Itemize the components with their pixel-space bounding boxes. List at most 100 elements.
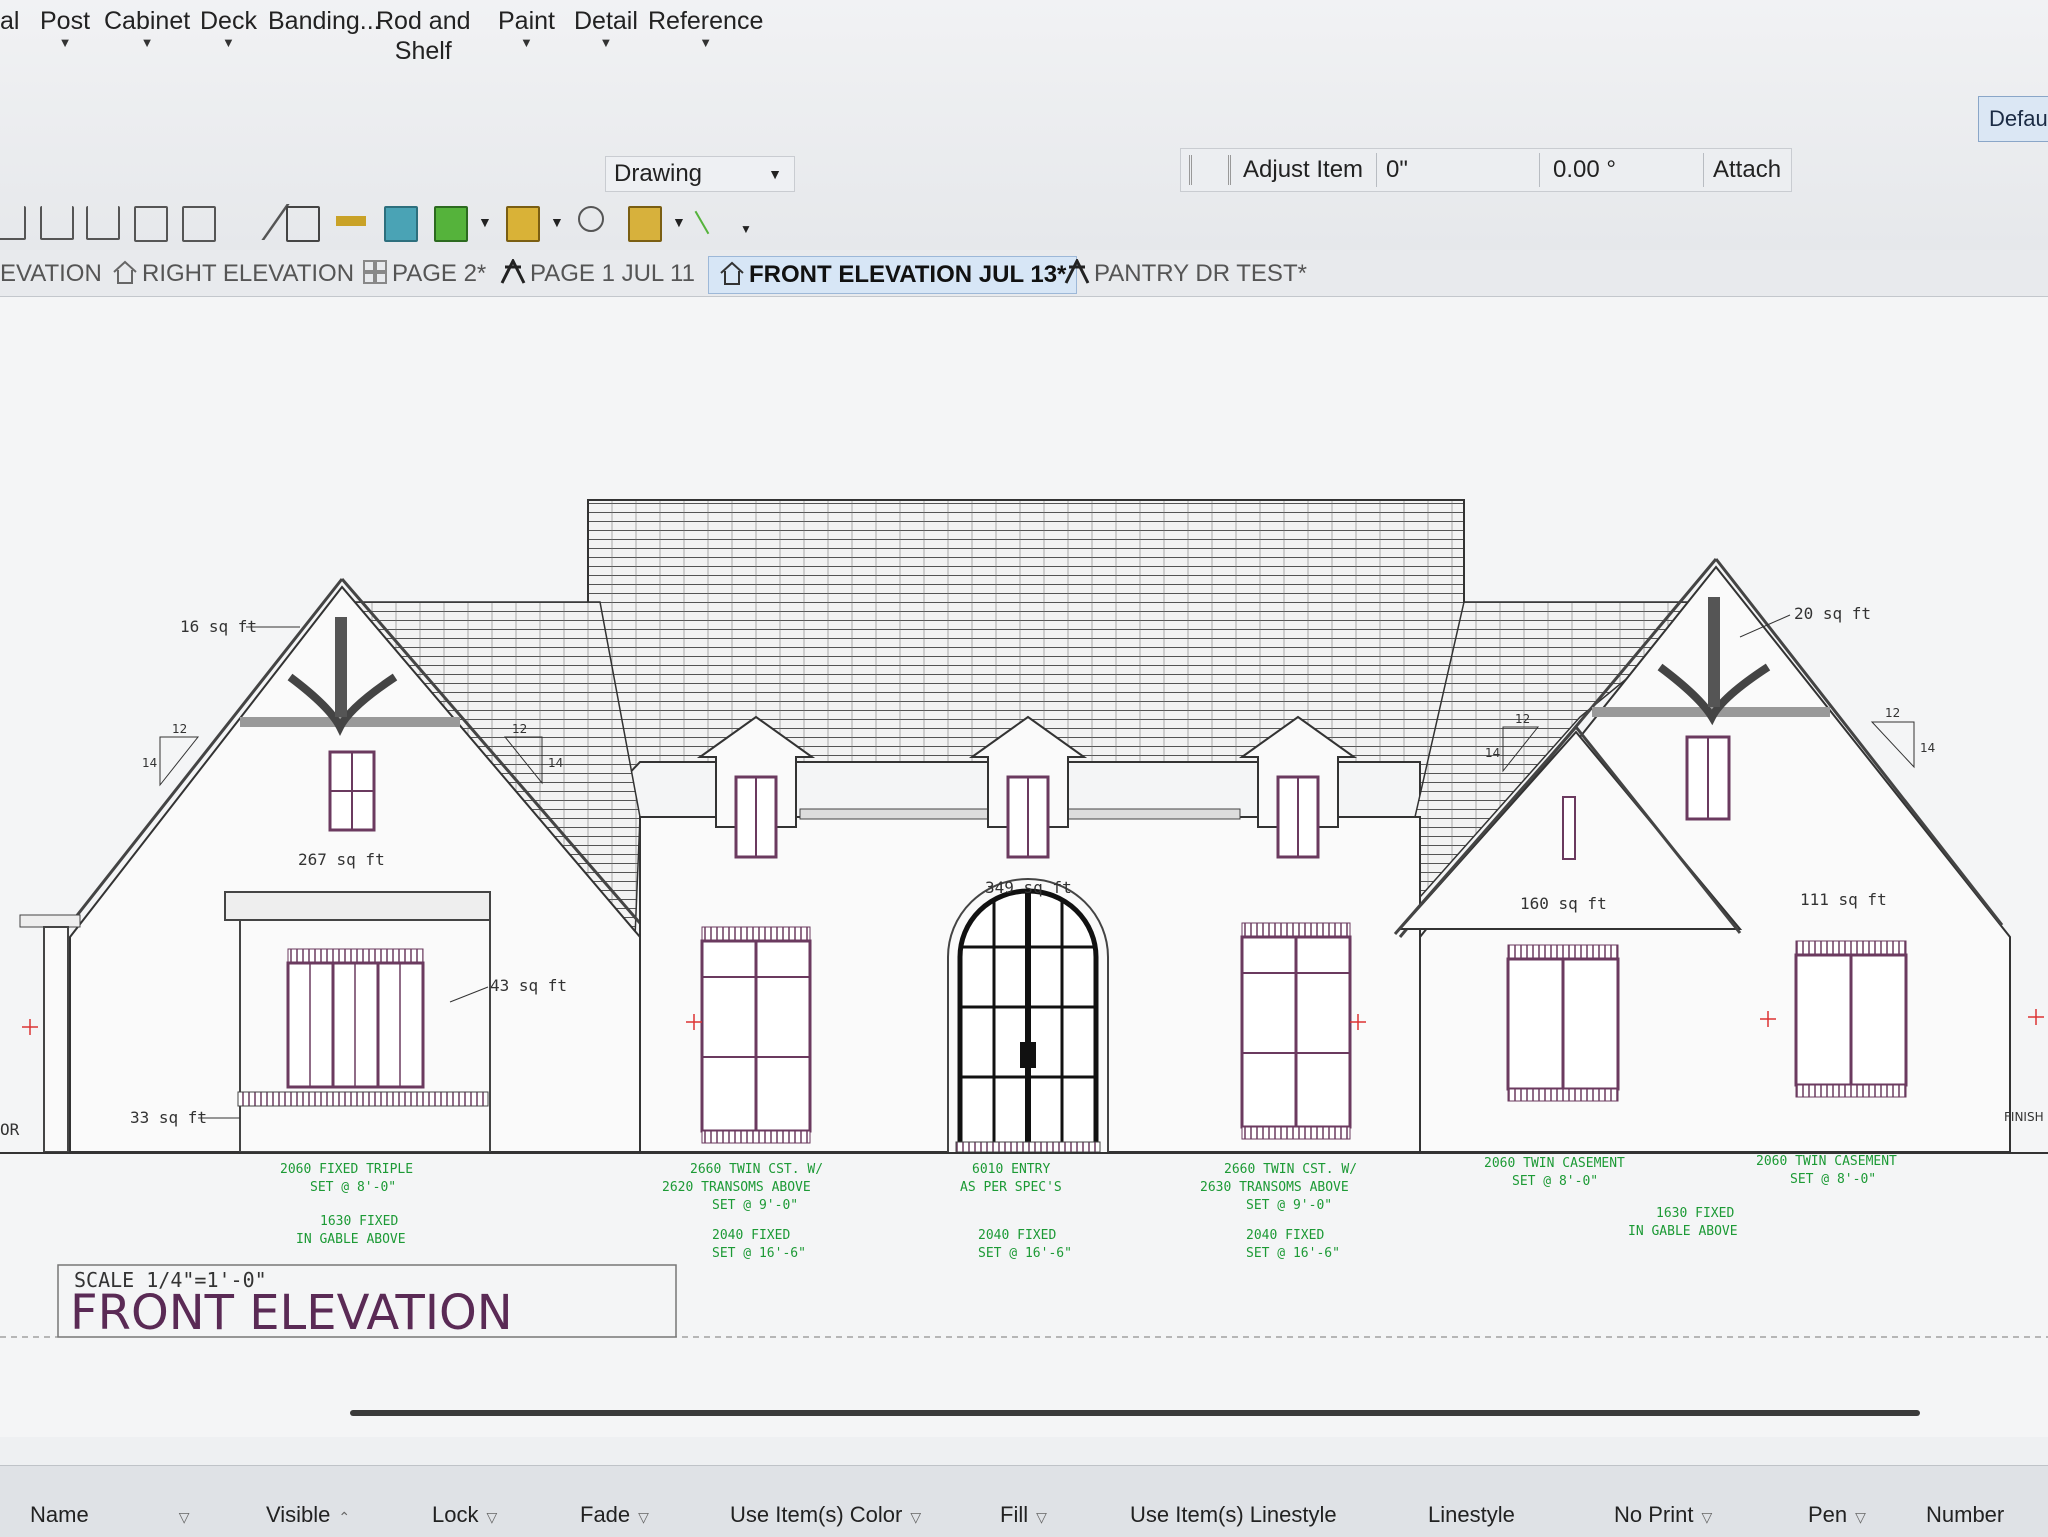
sort-icon[interactable]: ▽ (1701, 1509, 1712, 1525)
svg-text:FINISH: FINISH (2004, 1110, 2044, 1124)
cabinet-tool-icon[interactable] (0, 206, 26, 240)
area-label: 267 sq ft (298, 850, 385, 869)
view-tabs: EVATION RIGHT ELEVATION PAGE 2* PAGE 1 J… (0, 250, 2048, 297)
menu-item-al[interactable]: al (0, 6, 19, 36)
sort-icon[interactable]: ▽ (486, 1509, 497, 1525)
cabinet-group-icon[interactable] (134, 206, 168, 242)
ribbon: al Post ▼ Cabinet ▼ Deck ▼ Banding... Rod a… (0, 0, 2048, 250)
column-use-item-color[interactable]: Use Item(s) Color ▽ (730, 1502, 921, 1528)
column-visible[interactable]: Visible ⌃ (266, 1502, 350, 1528)
svg-text:SET @ 16'-6": SET @ 16'-6" (1246, 1246, 1340, 1261)
menu-item-post[interactable]: Post ▼ (40, 6, 90, 50)
menu-item-deck[interactable]: Deck ▼ (200, 6, 257, 50)
drawing-canvas[interactable]: 12 14 12 14 12 14 12 14 16 sq ft 267 sq … (0, 297, 2048, 1437)
svg-text:12: 12 (1515, 712, 1530, 726)
chevron-down-icon: ▼ (520, 35, 533, 50)
grip-icon (1189, 155, 1231, 185)
chevron-down-icon[interactable]: ▼ (740, 222, 752, 236)
base-cabinet-icon[interactable] (40, 206, 74, 240)
rectangle-tool-icon[interactable] (286, 206, 320, 242)
shelf-tool-icon[interactable] (628, 206, 662, 242)
column-pen[interactable]: Pen ▽ (1808, 1502, 1866, 1528)
area-label: 20 sq ft (1794, 604, 1871, 623)
area-label: 43 sq ft (490, 976, 567, 995)
svg-text:14: 14 (142, 756, 157, 770)
svg-text:SET @ 16'-6": SET @ 16'-6" (712, 1246, 806, 1261)
tab-page-1-jul-11[interactable]: PAGE 1 JUL 11 (500, 256, 695, 292)
default-button[interactable]: Defau (1978, 96, 2048, 142)
wall-cabinet-icon[interactable] (86, 206, 120, 240)
sort-icon[interactable]: ⌃ (338, 1509, 350, 1525)
svg-text:2660 TWIN CST. W/: 2660 TWIN CST. W/ (690, 1162, 823, 1177)
drawing-title: FRONT ELEVATION (70, 1285, 513, 1341)
tab-front-elevation-jul-13[interactable]: FRONT ELEVATION JUL 13* (708, 256, 1078, 294)
svg-text:1630 FIXED: 1630 FIXED (1656, 1206, 1734, 1221)
svg-text:12: 12 (512, 722, 527, 736)
sort-icon[interactable]: ▽ (1855, 1509, 1866, 1525)
title-block: SCALE 1/4"=1'-0" FRONT ELEVATION (57, 1264, 677, 1341)
chevron-down-icon[interactable]: ▼ (550, 214, 564, 230)
svg-text:SET @ 8'-0": SET @ 8'-0" (1512, 1174, 1598, 1189)
column-linestyle[interactable]: Linestyle (1428, 1502, 1515, 1528)
chevron-down-icon: ▼ (599, 35, 613, 50)
tab-page-2[interactable]: PAGE 2* (362, 256, 486, 292)
svg-text:2040 FIXED: 2040 FIXED (978, 1228, 1056, 1243)
angle-input[interactable]: 0.00 ° (1553, 155, 1616, 185)
menu-item-detail[interactable]: Detail ▼ (574, 6, 638, 50)
chevron-down-icon[interactable]: ▼ (478, 214, 492, 230)
chevron-down-icon[interactable]: ▼ (672, 214, 686, 230)
layer-columns-bar: Name ▽ Visible ⌃ Lock ▽ Fade ▽ Use Item(s) C… (0, 1465, 2048, 1537)
line-tool-icon[interactable] (227, 204, 290, 240)
sort-icon[interactable]: ▽ (179, 1509, 190, 1525)
svg-text:2040 FIXED: 2040 FIXED (712, 1228, 790, 1243)
offset-input[interactable]: 0" (1386, 155, 1408, 185)
chevron-down-icon: ▼ (699, 35, 713, 50)
menu-item-paint[interactable]: Paint ▼ (498, 6, 555, 50)
chevron-down-icon: ▼ (58, 35, 72, 50)
chevron-down-icon: ▼ (140, 35, 154, 50)
column-fill[interactable]: Fill ▽ (1000, 1502, 1047, 1528)
column-fade[interactable]: Fade ▽ (580, 1502, 649, 1528)
menu-item-rod-and-shelf[interactable]: Rod and Shelf (376, 6, 471, 66)
cross-section-icon (500, 259, 526, 284)
drawing-group-dropdown[interactable]: Drawing ▼ (605, 156, 795, 192)
sort-icon[interactable]: ▽ (910, 1509, 921, 1525)
cabinet-settings-icon[interactable] (182, 206, 216, 242)
area-label: 160 sq ft (1520, 894, 1607, 913)
column-name[interactable]: Name ▽ (30, 1502, 189, 1528)
svg-text:12: 12 (172, 722, 187, 736)
sort-icon[interactable]: ▽ (638, 1509, 649, 1525)
column-no-print[interactable]: No Print ▽ (1614, 1502, 1712, 1528)
furniture-tool-icon[interactable] (506, 206, 540, 242)
svg-text:SET @ 8'-0": SET @ 8'-0" (1790, 1172, 1876, 1187)
wand-icon[interactable] (694, 203, 722, 235)
horizontal-scrollbar[interactable] (350, 1410, 1920, 1416)
area-label: 16 sq ft (180, 617, 257, 636)
entry-door (947, 878, 1109, 1153)
tab-right-elevation[interactable]: RIGHT ELEVATION (112, 256, 354, 292)
adjust-item-bar: Adjust Item 0" 0.00 ° Attach (1180, 148, 1792, 192)
svg-text:2060 TWIN CASEMENT: 2060 TWIN CASEMENT (1756, 1154, 1897, 1169)
lamp-icon[interactable] (578, 206, 604, 232)
svg-text:2620 TRANSOMS ABOVE: 2620 TRANSOMS ABOVE (662, 1180, 811, 1195)
column-number[interactable]: Number (1926, 1502, 2004, 1528)
molding-tool-icon[interactable] (336, 216, 366, 226)
svg-text:6010 ENTRY: 6010 ENTRY (972, 1162, 1050, 1177)
svg-text:1630 FIXED: 1630 FIXED (320, 1214, 398, 1229)
svg-text:2040 FIXED: 2040 FIXED (1246, 1228, 1324, 1243)
svg-text:2060 TWIN CASEMENT: 2060 TWIN CASEMENT (1484, 1156, 1625, 1171)
menu-item-cabinet[interactable]: Cabinet ▼ (104, 6, 190, 50)
sort-icon[interactable]: ▽ (1036, 1509, 1047, 1525)
material-tool-icon[interactable] (384, 206, 418, 242)
svg-text:14: 14 (548, 756, 563, 770)
tool-row: ▼ ▼ ▼ ▼ (0, 200, 780, 246)
attach-button[interactable]: Attach (1713, 155, 1781, 185)
house-icon (720, 261, 744, 285)
menu-item-reference[interactable]: Reference ▼ (648, 6, 763, 50)
tab-pantry-dr-test[interactable]: PANTRY DR TEST* (1064, 256, 1307, 292)
menu-item-banding[interactable]: Banding... (268, 6, 381, 36)
fill-tool-icon[interactable] (434, 206, 468, 242)
tab-elevation[interactable]: EVATION (0, 256, 102, 292)
column-lock[interactable]: Lock ▽ (432, 1502, 497, 1528)
column-use-item-linestyle[interactable]: Use Item(s) Linestyle (1130, 1502, 1337, 1528)
